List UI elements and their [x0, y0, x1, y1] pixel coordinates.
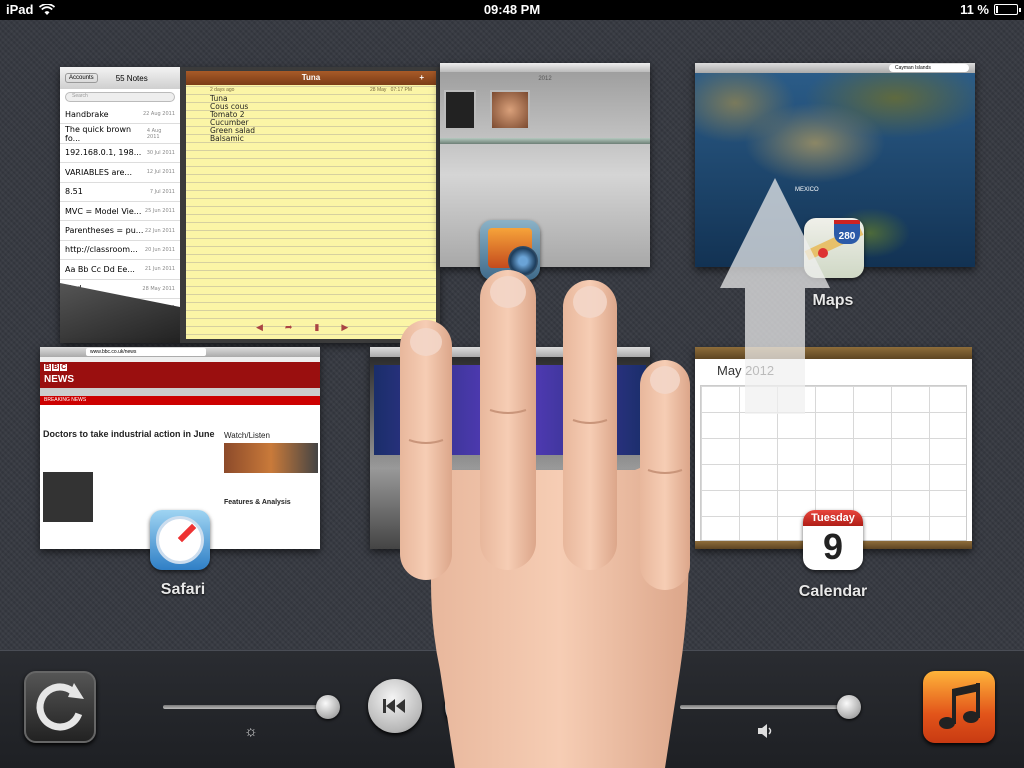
note-item-title: VARIABLES are... [65, 167, 133, 177]
note-title: Tuna [301, 73, 321, 82]
rotation-lock-button[interactable] [24, 671, 96, 743]
list-item[interactable]: 192.168.0.1, 198... 30 Jul 2011 [60, 144, 180, 164]
rotation-lock-icon [36, 683, 84, 731]
note-item-date: 28 May 2011 [142, 285, 175, 292]
note-time: 07:17 PM [390, 87, 412, 93]
note-item-title: http://classroom... [65, 245, 138, 255]
note-relative-date: 2 days ago [210, 87, 235, 93]
music-note-icon [939, 683, 980, 729]
list-item[interactable]: VARIABLES are... 12 Jul 2011 [60, 163, 180, 183]
app-card-notes[interactable]: Accounts 55 Notes Search Handbrake 22 Aug… [60, 67, 440, 343]
calendar-icon-day: 9 [822, 526, 844, 567]
next-note-icon[interactable]: ▶ [341, 322, 348, 333]
add-note-icon[interactable]: + [419, 71, 424, 85]
calendar-icon-weekday: Tuesday [803, 510, 863, 526]
clock: 09:48 PM [483, 2, 541, 17]
brightness-slider[interactable] [163, 705, 335, 709]
watch-listen-heading: Watch/Listen [224, 431, 270, 440]
note-line: Balsamic [210, 134, 244, 143]
app-card-photo-booth[interactable]: 2012 [440, 63, 650, 267]
note-item-date: 20 Jun 2011 [144, 246, 175, 253]
list-item[interactable]: The quick brown fo... 4 Aug 2011 [60, 124, 180, 144]
highway-shield: 280 [834, 220, 860, 244]
note-item-title: Parentheses = pu... [65, 226, 144, 236]
bbc-logo: B B C [44, 364, 68, 371]
note-item-date: 22 Jun 2011 [144, 227, 175, 234]
status-bar: iPad 09:48 PM 11 % [0, 0, 1024, 20]
note-item-title: 192.168.0.1, 198... [65, 148, 142, 158]
swipe-up-arrow-icon [720, 178, 830, 414]
note-date: 28 May [370, 87, 387, 93]
speaker-icon [758, 724, 772, 738]
note-item-date: 7 Jul 2011 [149, 188, 175, 195]
note-item-date: 22 Aug 2011 [142, 111, 175, 118]
battery-percent: 11 % [960, 2, 989, 17]
safari-headline[interactable]: Doctors to take industrial action in Jun… [43, 429, 223, 439]
battery-icon [994, 4, 1021, 15]
maps-search-input[interactable]: Cayman Islands [889, 64, 969, 72]
list-item[interactable]: Handbrake 22 Aug 2011 [60, 105, 180, 125]
note-item-date: 12 Jul 2011 [146, 169, 175, 176]
list-item[interactable]: 8.51 7 Jul 2011 [60, 183, 180, 202]
note-item-title: Handbrake [65, 109, 109, 119]
list-item[interactable]: Aa Bb Cc Dd Ee... 21 Jun 2011 [60, 260, 180, 280]
music-app-icon[interactable] [923, 671, 995, 743]
list-item[interactable]: Parentheses = pu... 22 Jun 2011 [60, 221, 180, 241]
photo-year: 2012 [538, 76, 552, 82]
notes-count-title: 55 Notes [115, 73, 148, 83]
note-item-title: MVC = Model Vie... [65, 206, 142, 216]
note-item-date: 25 Jun 2011 [144, 208, 175, 215]
notes-search-input[interactable]: Search [65, 92, 175, 102]
safari-app-label: Safari [160, 581, 206, 598]
list-item[interactable]: MVC = Model Vie... 25 Jun 2011 [60, 202, 180, 222]
sun-icon: ☼ [244, 723, 258, 740]
note-item-date: 4 Aug 2011 [146, 127, 162, 140]
note-body[interactable]: Tuna Cous cous Tomato 2 Cucumber Green salad… [186, 95, 436, 143]
photo-thumbnail[interactable] [490, 90, 530, 130]
breaking-news-label: BREAKING NEWS [44, 397, 87, 403]
note-item-title: Aa Bb Cc Dd Ee... [65, 264, 135, 274]
accounts-button[interactable]: Accounts [65, 73, 98, 83]
volume-slider-knob[interactable] [836, 695, 861, 719]
brightness-slider-knob[interactable] [316, 695, 341, 719]
note-item-date: 30 Jul 2011 [146, 149, 175, 156]
note-item-title: The quick brown fo... [65, 124, 132, 143]
safari-app-icon[interactable] [150, 510, 210, 570]
photo-thumbnail[interactable] [444, 90, 476, 130]
news-brand: NEWS [44, 374, 74, 385]
share-icon[interactable]: ➦ [285, 322, 293, 333]
trash-icon[interactable]: ▮ [314, 322, 319, 333]
prev-note-icon[interactable]: ◀ [256, 322, 263, 333]
calendar-app-icon[interactable]: Tuesday 9 [803, 510, 863, 570]
calendar-app-label: Calendar [798, 583, 868, 600]
safari-url-field[interactable]: www.bbc.co.uk/news [86, 348, 206, 356]
list-item[interactable]: http://classroom... 20 Jun 2011 [60, 241, 180, 261]
features-heading: Features & Analysis [224, 499, 291, 506]
photo-shelf [440, 138, 650, 144]
note-item-title: 8.51 [65, 187, 83, 197]
hand-gesture-overlay [400, 270, 690, 768]
note-item-date: 21 Jun 2011 [144, 266, 175, 273]
